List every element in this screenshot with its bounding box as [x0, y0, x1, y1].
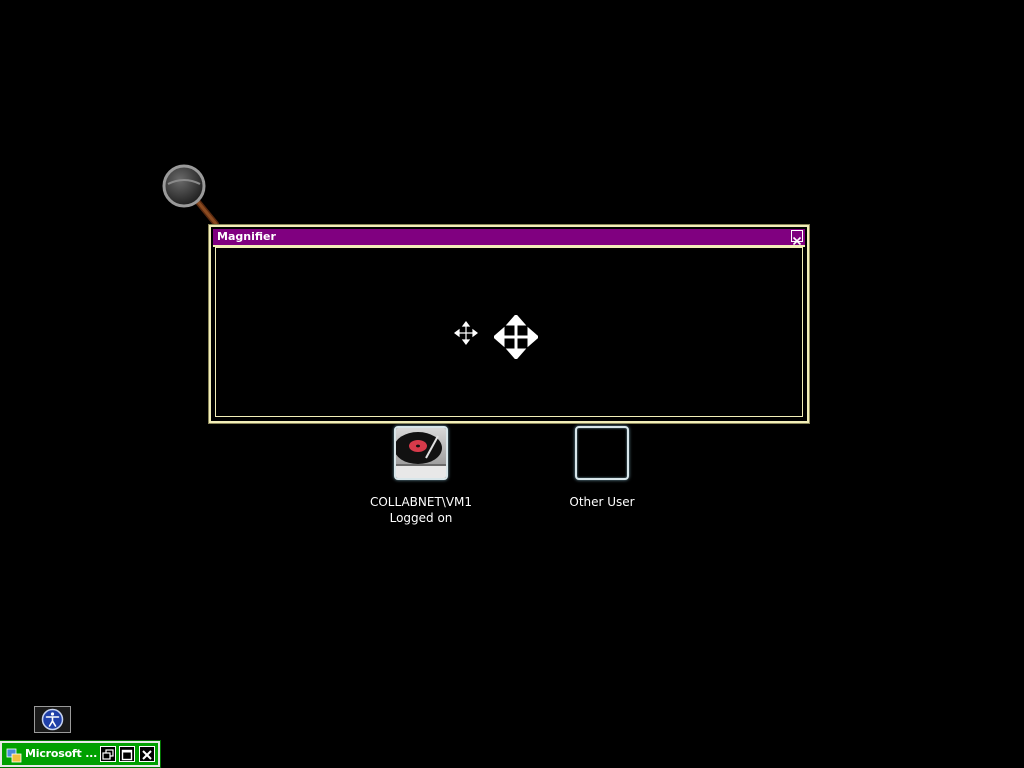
magnifier-window[interactable]: Magnifier — [208, 224, 810, 424]
turntable-icon[interactable] — [394, 426, 448, 480]
move-cursor-magnified-icon — [492, 313, 540, 361]
magnifier-title: Magnifier — [217, 230, 276, 243]
minimized-window-title: Microsoft ... — [25, 747, 98, 760]
user-tile-other-user[interactable]: Other User — [547, 426, 657, 510]
maximize-icon[interactable] — [119, 746, 135, 762]
magnifier-view — [215, 247, 803, 417]
ease-of-access-icon — [41, 708, 64, 731]
close-icon[interactable] — [791, 230, 803, 246]
blank-user-icon[interactable] — [575, 426, 629, 480]
user-tile-vm1[interactable]: COLLABNET\VM1 Logged on — [366, 426, 476, 526]
restore-icon[interactable] — [100, 746, 116, 762]
user-name: Other User — [569, 495, 635, 509]
ease-of-access-button[interactable] — [34, 706, 71, 733]
application-icon — [6, 747, 22, 763]
logon-screen: Magnifier COLLABNET\VM1 Logged on Other … — [0, 0, 1024, 768]
minimized-window[interactable]: Microsoft ... — [0, 740, 161, 768]
close-icon[interactable] — [139, 746, 155, 762]
magnifying-glass-icon[interactable] — [160, 162, 222, 228]
magnifier-titlebar[interactable]: Magnifier — [213, 229, 805, 247]
move-cursor-icon — [454, 321, 478, 345]
user-name: COLLABNET\VM1 — [369, 495, 473, 509]
user-status: Logged on — [389, 511, 453, 525]
